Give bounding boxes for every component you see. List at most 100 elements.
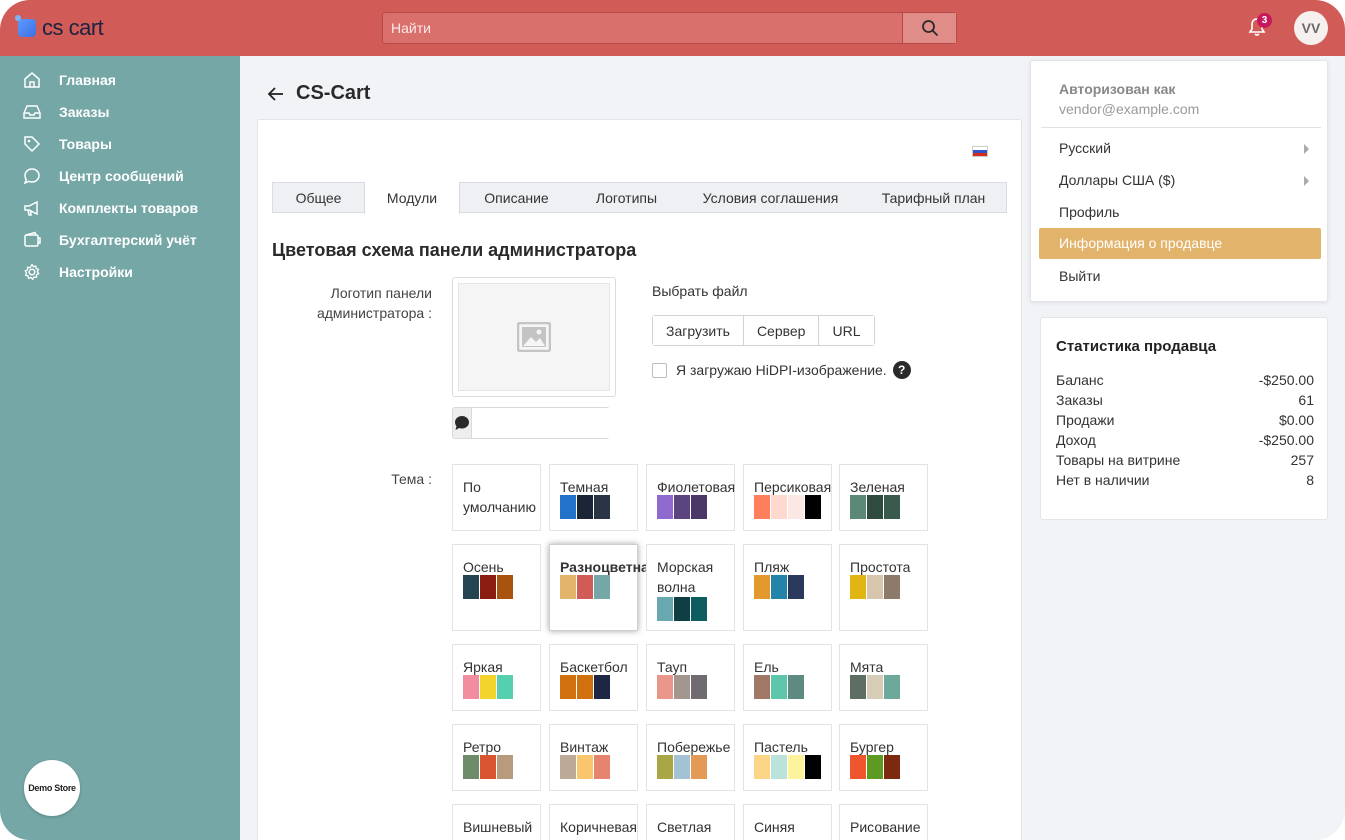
section-title: Цветовая схема панели администратора <box>272 240 637 260</box>
theme-name: Яркая <box>463 659 503 675</box>
theme-name: Светлая <box>657 819 712 835</box>
theme-option[interactable]: Светлая <box>646 804 735 840</box>
theme-name: Тауп <box>657 659 688 675</box>
theme-swatches <box>560 755 611 779</box>
color-swatch <box>884 755 900 779</box>
theme-option[interactable]: Пастель <box>743 724 832 791</box>
tab-plan[interactable]: Тарифный план <box>861 183 1006 212</box>
upload-local-button[interactable]: Загрузить <box>653 316 744 345</box>
sidebar-item-orders[interactable]: Заказы <box>22 100 109 124</box>
logo-preview[interactable] <box>452 277 616 397</box>
color-swatch <box>577 575 593 599</box>
stat-row: Заказы 61 <box>1056 392 1314 412</box>
color-swatch <box>560 755 576 779</box>
help-icon[interactable]: ? <box>892 361 911 379</box>
theme-option[interactable]: Ель <box>743 644 832 711</box>
hidpi-option: Я загружаю HiDPI-изображение. ? <box>652 361 911 379</box>
image-placeholder-icon <box>517 322 551 352</box>
theme-option[interactable]: Персиковая <box>743 464 832 531</box>
sidebar-item-accounting[interactable]: Бухгалтерский учёт <box>22 228 197 252</box>
theme-option[interactable]: Зеленая <box>839 464 928 531</box>
theme-option[interactable]: Фиолетовая <box>646 464 735 531</box>
theme-option[interactable]: Тауп <box>646 644 735 711</box>
tab-logos[interactable]: Логотипы <box>573 183 680 212</box>
color-swatch <box>754 575 770 599</box>
gear-icon <box>24 263 40 280</box>
tab-modules[interactable]: Модули <box>364 182 460 214</box>
sidebar-item-messages[interactable]: Центр сообщений <box>22 164 184 188</box>
menu-item-currency[interactable]: Доллары США ($) <box>1039 165 1321 196</box>
theme-swatches <box>657 495 708 519</box>
top-bar: cs cart 3 VV <box>0 0 1345 56</box>
logo-mark-icon <box>15 15 36 37</box>
stat-value: 257 <box>1290 452 1314 468</box>
color-swatch <box>850 755 866 779</box>
russian-flag-icon[interactable] <box>972 146 988 157</box>
theme-option[interactable]: Морская волна <box>646 544 735 631</box>
alt-text-input[interactable] <box>472 408 649 438</box>
theme-option[interactable]: Вишневый <box>452 804 541 840</box>
theme-option[interactable]: Пляж <box>743 544 832 631</box>
theme-option[interactable]: Осень <box>452 544 541 631</box>
tab-general[interactable]: Общее <box>273 183 364 212</box>
search-button[interactable] <box>902 13 956 43</box>
color-swatch <box>691 755 707 779</box>
color-swatch <box>771 495 787 519</box>
hidpi-checkbox[interactable] <box>652 362 667 378</box>
color-swatch <box>867 495 883 519</box>
color-swatch <box>691 495 707 519</box>
menu-item-vendor-info[interactable]: Информация о продавце <box>1039 228 1321 259</box>
menu-item-logout[interactable]: Выйти <box>1039 261 1321 292</box>
color-swatch <box>691 597 707 621</box>
back-arrow-icon[interactable] <box>266 84 286 104</box>
tab-bar: Общее Модули Описание Логотипы Условия с… <box>272 182 1007 214</box>
menu-item-profile[interactable]: Профиль <box>1039 197 1321 228</box>
tab-description[interactable]: Описание <box>460 183 573 212</box>
demo-store-logo[interactable]: Demo Store <box>24 760 80 816</box>
theme-option[interactable]: Винтаж <box>549 724 638 791</box>
search-input[interactable] <box>383 13 902 43</box>
theme-name: Рисование <box>850 819 921 835</box>
theme-option[interactable]: По умолчанию <box>452 464 541 531</box>
theme-option[interactable]: Ретро <box>452 724 541 791</box>
theme-option[interactable]: Побережье <box>646 724 735 791</box>
menu-item-language[interactable]: Русский <box>1039 133 1321 164</box>
stat-row: Продажи $0.00 <box>1056 412 1314 432</box>
color-swatch <box>657 675 673 699</box>
theme-name: По умолчанию <box>463 479 536 515</box>
theme-name: Зеленая <box>850 479 905 495</box>
color-swatch <box>594 575 610 599</box>
theme-option[interactable]: Мята <box>839 644 928 711</box>
upload-url-button[interactable]: URL <box>819 316 874 345</box>
sidebar-item-label: Бухгалтерский учёт <box>59 232 197 248</box>
theme-option[interactable]: Темная <box>549 464 638 531</box>
color-swatch <box>754 495 770 519</box>
chat-icon <box>23 168 40 185</box>
theme-option[interactable]: Яркая <box>452 644 541 711</box>
theme-option[interactable]: Разноцветная <box>549 544 657 631</box>
stat-value: -$250.00 <box>1258 372 1314 388</box>
theme-option[interactable]: Баскетбол <box>549 644 638 711</box>
sidebar-item-home[interactable]: Главная <box>22 68 116 92</box>
color-swatch <box>560 495 576 519</box>
theme-option[interactable]: Бургер <box>839 724 928 791</box>
logo-field-label: Логотип панели администратора : <box>316 285 432 321</box>
color-swatch <box>850 495 866 519</box>
tab-terms[interactable]: Условия соглашения <box>680 183 861 212</box>
sidebar-item-settings[interactable]: Настройки <box>22 260 133 284</box>
home-icon <box>24 72 40 88</box>
stat-row: Нет в наличии 8 <box>1056 472 1314 492</box>
theme-name: Разноцветная <box>560 559 657 575</box>
theme-option[interactable]: Простота <box>839 544 928 631</box>
avatar[interactable]: VV <box>1294 11 1328 45</box>
theme-option[interactable]: Синяя <box>743 804 832 840</box>
upload-server-button[interactable]: Сервер <box>743 316 820 345</box>
sidebar-item-products[interactable]: Товары <box>22 132 112 156</box>
theme-option[interactable]: Коричневая <box>549 804 638 840</box>
theme-option[interactable]: Рисование <box>839 804 928 840</box>
tag-icon <box>24 136 41 153</box>
logo[interactable]: cs cart <box>15 14 104 42</box>
theme-swatches <box>560 495 611 519</box>
theme-swatches <box>560 675 611 699</box>
sidebar-item-bundles[interactable]: Комплекты товаров <box>22 196 198 220</box>
